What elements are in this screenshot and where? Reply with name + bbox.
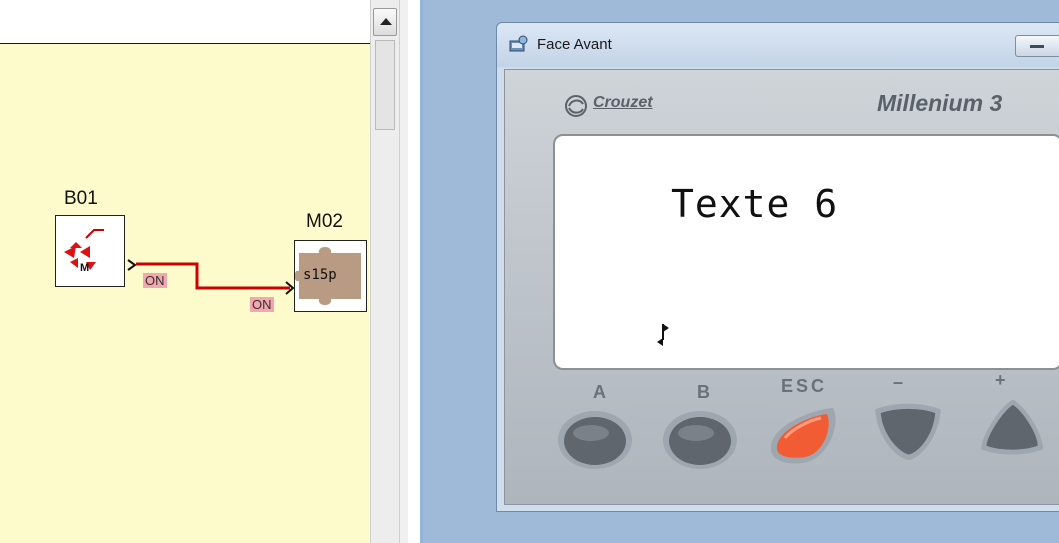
- key-minus-button[interactable]: [869, 400, 947, 462]
- lcd-display: Texte 6: [553, 134, 1059, 370]
- minimize-icon: [1030, 45, 1044, 48]
- brand-name: Crouzet: [593, 94, 653, 111]
- input-label: ON: [250, 297, 274, 312]
- pane-divider: [420, 0, 423, 543]
- key-b-button[interactable]: [660, 408, 738, 470]
- key-plus-label: +: [995, 370, 1006, 390]
- diagram-pane[interactable]: B01 M ON M02 ON s15p: [0, 0, 370, 543]
- cursor-icon: [657, 324, 669, 346]
- pane-splitter[interactable]: [400, 0, 408, 543]
- crouzet-logo-icon: [565, 95, 587, 117]
- key-a-label: A: [593, 382, 606, 402]
- key-b-label: B: [697, 382, 710, 402]
- key-esc-label: ESC: [781, 376, 828, 396]
- face-avant-window[interactable]: Face Avant Crouzet Millenium 3 Texte 6 A…: [496, 22, 1059, 512]
- key-plus-button[interactable]: [973, 396, 1051, 458]
- app-icon: [509, 35, 528, 52]
- lcd-text: Texte 6: [671, 182, 839, 226]
- window-titlebar[interactable]: Face Avant: [497, 23, 1059, 67]
- key-a-button[interactable]: [555, 408, 633, 470]
- key-esc-button[interactable]: [763, 404, 841, 466]
- scroll-thumb[interactable]: [375, 40, 395, 130]
- model-name: Millenium 3: [877, 90, 1003, 116]
- scroll-up-button[interactable]: [373, 8, 397, 36]
- arrow-up-icon: [380, 18, 392, 25]
- block-m02-text: s15p: [303, 267, 337, 283]
- vertical-scrollbar[interactable]: [370, 0, 400, 543]
- diagram-canvas[interactable]: B01 M ON M02 ON s15p: [0, 43, 370, 543]
- device-front-panel: Crouzet Millenium 3 Texte 6 A B ESC – +: [504, 69, 1059, 505]
- minimize-button[interactable]: [1015, 35, 1059, 57]
- key-minus-label: –: [893, 372, 904, 392]
- window-title: Face Avant: [537, 36, 612, 53]
- block-m02[interactable]: s15p: [294, 240, 367, 312]
- block-m02-label: M02: [306, 211, 343, 232]
